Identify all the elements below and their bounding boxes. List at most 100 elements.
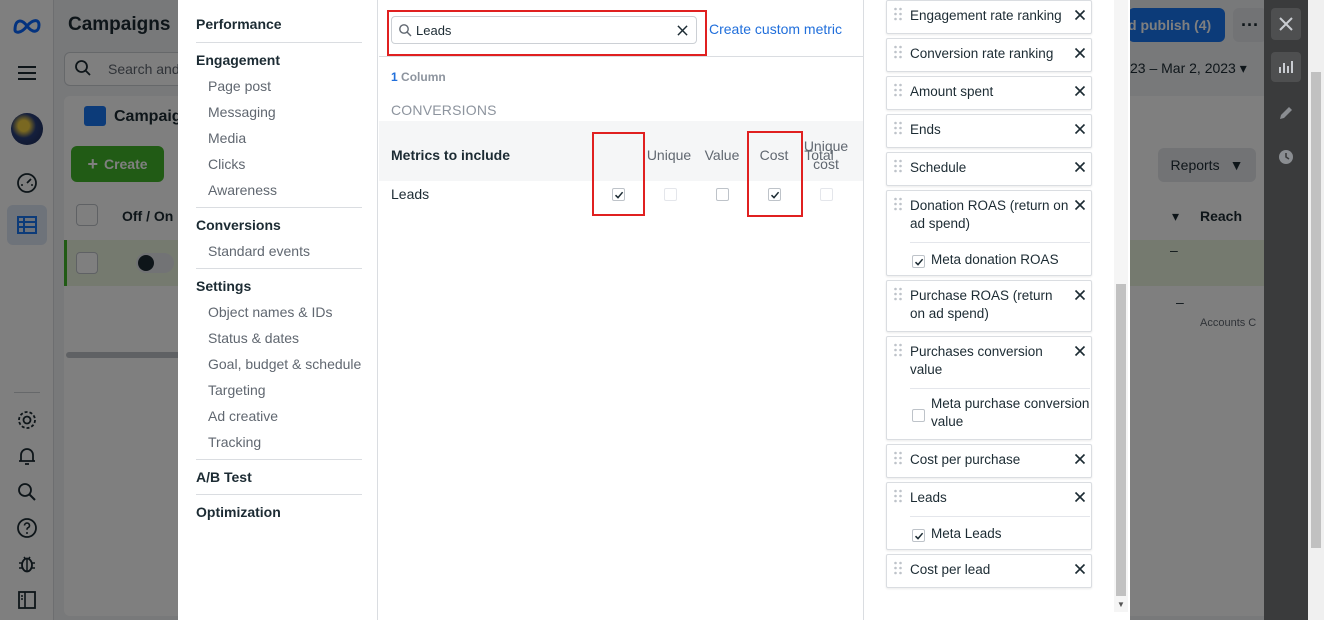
selected-column-label: Purchases conversion value — [910, 344, 1043, 377]
header-unique-cost: Unique cost — [803, 138, 849, 172]
checkmark-icon — [914, 258, 923, 266]
subcategory-clicks[interactable]: Clicks — [208, 156, 245, 172]
subcategory-status-dates[interactable]: Status & dates — [208, 330, 299, 346]
selected-column-label: Engagement rate ranking — [910, 8, 1062, 23]
selected-column-item[interactable]: Conversion rate ranking — [886, 38, 1092, 72]
drag-handle-icon — [894, 343, 902, 357]
category-list: Performance Engagement Page post Messagi… — [178, 0, 378, 620]
leads-unique-checkbox[interactable] — [664, 188, 677, 201]
category-settings[interactable]: Settings — [196, 278, 251, 294]
selected-column-item[interactable]: Donation ROAS (return on ad spend) Meta d… — [886, 190, 1092, 276]
selected-column-label: Amount spent — [910, 84, 994, 99]
drag-handle[interactable] — [893, 561, 903, 575]
category-conversions[interactable]: Conversions — [196, 217, 281, 233]
drag-handle[interactable] — [893, 7, 903, 21]
category-optimization[interactable]: Optimization — [196, 504, 281, 520]
close-icon — [1074, 47, 1086, 59]
attribution-checkbox[interactable] — [912, 529, 925, 542]
selected-column-item[interactable]: Leads Meta Leads — [886, 482, 1092, 550]
subcategory-targeting[interactable]: Targeting — [208, 382, 266, 398]
remove-column-button[interactable] — [1074, 562, 1086, 575]
close-icon — [1074, 123, 1086, 135]
selected-column-item[interactable]: Schedule — [886, 152, 1092, 186]
create-custom-metric-link[interactable]: Create custom metric — [709, 21, 842, 37]
selected-columns-scrollbar-thumb[interactable] — [1116, 284, 1126, 596]
remove-column-button[interactable] — [1074, 198, 1086, 211]
close-icon — [1074, 161, 1086, 173]
drag-handle[interactable] — [893, 159, 903, 173]
attribution-label: Meta Leads — [931, 526, 1002, 541]
attribution-option[interactable]: Meta purchase conversion value — [910, 388, 1090, 440]
subcategory-object-names[interactable]: Object names & IDs — [208, 304, 333, 320]
selected-column-item[interactable]: Purchases conversion value Meta purchase … — [886, 336, 1092, 440]
column-count: 1 Column — [391, 70, 446, 84]
remove-column-button[interactable] — [1074, 46, 1086, 59]
clock-icon — [1279, 150, 1293, 164]
drag-handle-icon — [894, 287, 902, 301]
close-icon — [1279, 17, 1293, 31]
selected-column-item[interactable]: Purchase ROAS (return on ad spend) — [886, 280, 1092, 332]
close-panel-button[interactable] — [1271, 8, 1301, 40]
selected-column-label: Conversion rate ranking — [910, 46, 1054, 61]
edit-panel-button[interactable] — [1271, 98, 1301, 128]
drag-handle[interactable] — [893, 45, 903, 59]
category-performance[interactable]: Performance — [196, 16, 282, 32]
pencil-icon — [1280, 107, 1292, 119]
history-panel-button[interactable] — [1271, 142, 1301, 172]
drag-handle-icon — [894, 45, 902, 59]
subcategory-awareness[interactable]: Awareness — [208, 182, 277, 198]
metric-row-leads: Leads — [391, 186, 430, 202]
subcategory-standard-events[interactable]: Standard events — [208, 243, 310, 259]
remove-column-button[interactable] — [1074, 344, 1086, 357]
leads-unique-cost-checkbox[interactable] — [820, 188, 833, 201]
divider — [196, 207, 362, 208]
selected-column-item[interactable]: Ends — [886, 114, 1092, 148]
remove-column-button[interactable] — [1074, 452, 1086, 465]
divider — [379, 56, 863, 57]
drag-handle[interactable] — [893, 83, 903, 97]
selected-column-item[interactable]: Cost per lead — [886, 554, 1092, 588]
subcategory-goal-budget[interactable]: Goal, budget & schedule — [208, 356, 361, 372]
remove-column-button[interactable] — [1074, 8, 1086, 21]
subcategory-tracking[interactable]: Tracking — [208, 434, 261, 450]
close-icon — [1074, 85, 1086, 97]
divider — [196, 268, 362, 269]
drag-handle[interactable] — [893, 451, 903, 465]
remove-column-button[interactable] — [1074, 84, 1086, 97]
remove-column-button[interactable] — [1074, 490, 1086, 503]
page-scrollbar-thumb[interactable] — [1311, 72, 1321, 548]
selected-column-item[interactable]: Cost per purchase — [886, 444, 1092, 478]
scroll-down-arrow-icon[interactable]: ▼ — [1116, 600, 1126, 610]
drag-handle[interactable] — [893, 343, 903, 357]
attribution-checkbox[interactable] — [912, 255, 925, 268]
close-icon — [1074, 199, 1086, 211]
column-count-number: 1 — [391, 70, 398, 84]
chart-panel-button[interactable] — [1271, 52, 1301, 82]
drag-handle[interactable] — [893, 489, 903, 503]
drag-handle[interactable] — [893, 121, 903, 135]
subcategory-media[interactable]: Media — [208, 130, 246, 146]
attribution-option[interactable]: Meta donation ROAS — [910, 242, 1090, 276]
selected-columns-list: Engagement rate ranking Conversion rate r… — [882, 0, 1114, 620]
category-engagement[interactable]: Engagement — [196, 52, 280, 68]
close-icon — [1074, 345, 1086, 357]
selected-column-item[interactable]: Engagement rate ranking — [886, 0, 1092, 34]
total-highlight-box — [592, 132, 645, 216]
leads-value-checkbox[interactable] — [716, 188, 729, 201]
selected-column-label: Schedule — [910, 160, 967, 175]
remove-column-button[interactable] — [1074, 288, 1086, 301]
drag-handle[interactable] — [893, 197, 903, 211]
selected-column-item[interactable]: Amount spent — [886, 76, 1092, 110]
attribution-option[interactable]: Meta Leads — [910, 516, 1090, 550]
drag-handle-icon — [894, 83, 902, 97]
remove-column-button[interactable] — [1074, 160, 1086, 173]
subcategory-ad-creative[interactable]: Ad creative — [208, 408, 278, 424]
remove-column-button[interactable] — [1074, 122, 1086, 135]
drag-handle-icon — [894, 7, 902, 21]
selected-column-label: Purchase ROAS (return on ad spend) — [910, 288, 1053, 321]
category-ab-test[interactable]: A/B Test — [196, 469, 252, 485]
subcategory-messaging[interactable]: Messaging — [208, 104, 276, 120]
drag-handle[interactable] — [893, 287, 903, 301]
attribution-checkbox[interactable] — [912, 409, 925, 422]
subcategory-page-post[interactable]: Page post — [208, 78, 271, 94]
